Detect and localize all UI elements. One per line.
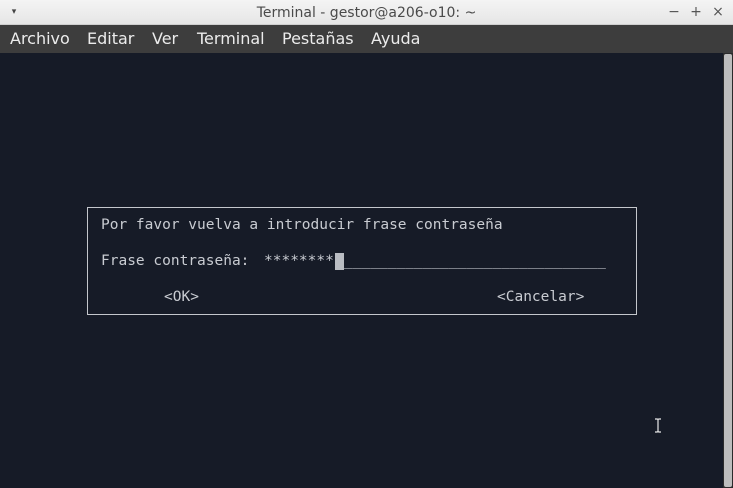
close-icon[interactable]: × (709, 3, 727, 21)
scrollbar-thumb[interactable] (724, 54, 732, 487)
menu-archivo[interactable]: Archivo (10, 25, 70, 53)
terminal-area[interactable]: Por favor vuelva a introducir frase cont… (0, 53, 723, 488)
menu-bar: Archivo Editar Ver Terminal Pestañas Ayu… (0, 25, 733, 53)
text-cursor (335, 253, 344, 270)
menu-editar[interactable]: Editar (87, 25, 134, 53)
passphrase-dialog: Por favor vuelva a introducir frase cont… (87, 207, 637, 315)
menu-pestanas[interactable]: Pestañas (282, 25, 354, 53)
dialog-prompt: Por favor vuelva a introducir frase cont… (101, 217, 503, 233)
ok-button[interactable]: <OK> (164, 288, 199, 306)
menu-terminal[interactable]: Terminal (197, 25, 265, 53)
minimize-icon[interactable]: − (665, 3, 683, 21)
menu-ayuda[interactable]: Ayuda (371, 25, 420, 53)
menu-ver[interactable]: Ver (152, 25, 178, 53)
maximize-icon[interactable]: + (687, 3, 705, 21)
cancel-button[interactable]: <Cancelar> (497, 288, 584, 306)
passphrase-input[interactable]: ______________________________ (344, 252, 606, 270)
passphrase-masked-value[interactable]: ******** (264, 252, 334, 270)
passphrase-label: Frase contraseña: (101, 253, 250, 269)
terminal-window: ▾ Terminal - gestor@a206-o10: ~ − + × Ar… (0, 0, 733, 488)
window-title: Terminal - gestor@a206-o10: ~ (256, 5, 477, 21)
scrollbar[interactable] (723, 53, 733, 488)
ibeam-cursor-icon (655, 418, 661, 433)
title-bar[interactable]: ▾ Terminal - gestor@a206-o10: ~ − + × (0, 0, 733, 25)
